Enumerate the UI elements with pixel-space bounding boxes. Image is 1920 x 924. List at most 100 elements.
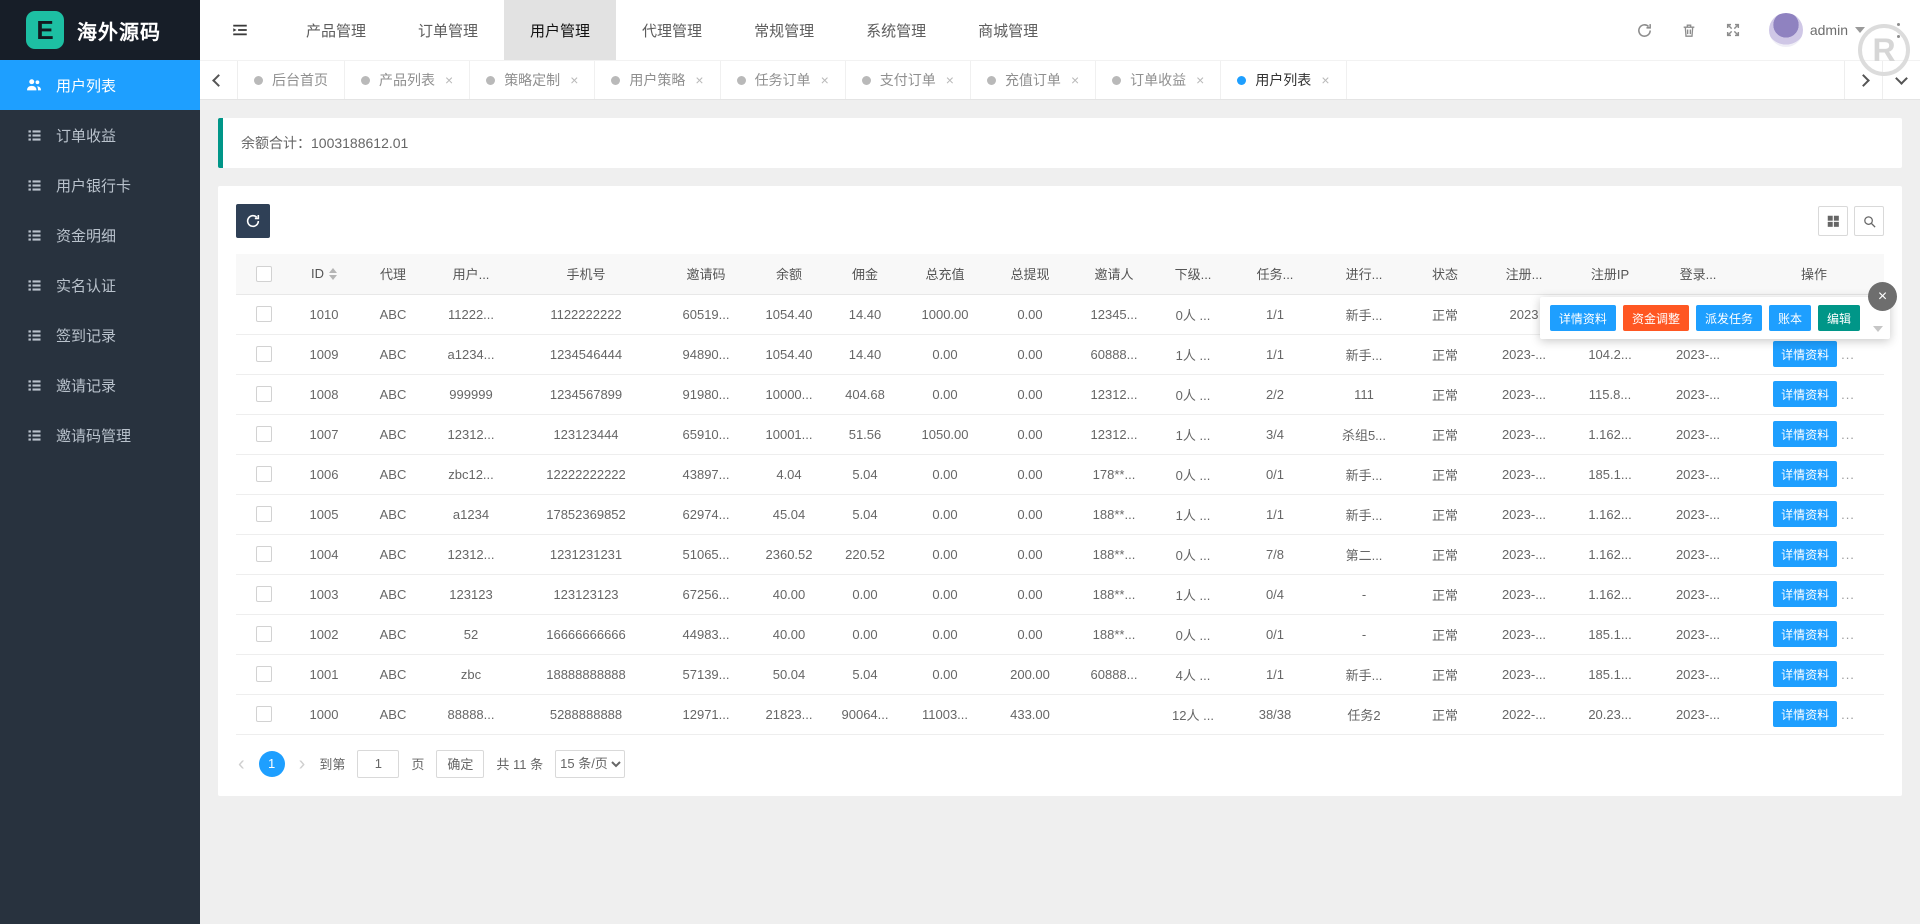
detail-button[interactable]: 详情资料 [1773,581,1837,607]
table-cell: 433.00 [986,694,1074,734]
top-nav-item[interactable]: 用户管理 [504,0,616,60]
row-checkbox[interactable] [256,626,272,642]
row-checkbox[interactable] [256,306,272,322]
row-checkbox[interactable] [256,466,272,482]
sidebar-item[interactable]: 用户银行卡 [0,160,200,210]
tab-close-icon[interactable]: × [1196,72,1204,88]
tab-item[interactable]: 用户策略× [595,61,720,99]
detail-button[interactable]: 详情资料 [1773,381,1837,407]
more-actions-icon[interactable]: ... [1841,667,1855,682]
tab-item[interactable]: 用户列表× [1221,61,1346,99]
detail-button[interactable]: 详情资料 [1773,341,1837,367]
sidebar-item[interactable]: 用户列表 [0,60,200,110]
more-actions-icon[interactable]: ... [1841,387,1855,402]
detail-button[interactable]: 详情资料 [1773,501,1837,527]
row-checkbox[interactable] [256,546,272,562]
popup-action-button[interactable]: 资金调整 [1623,305,1689,331]
more-actions-icon[interactable]: ... [1841,587,1855,602]
current-page[interactable]: 1 [259,751,285,777]
more-menu-icon[interactable] [1893,19,1904,42]
column-header-label: 登录... [1680,264,1717,283]
more-actions-icon[interactable]: ... [1841,467,1855,482]
detail-button[interactable]: 详情资料 [1773,661,1837,687]
collapse-menu-icon[interactable] [200,0,280,60]
popup-close-button[interactable]: × [1868,282,1897,311]
tab-item[interactable]: 后台首页 [238,61,345,99]
more-actions-icon[interactable]: ... [1841,347,1855,362]
tab-item[interactable]: 产品列表× [345,61,470,99]
sidebar-item[interactable]: 邀请码管理 [0,410,200,460]
top-nav-item[interactable]: 系统管理 [840,0,952,60]
next-page-button[interactable]: › [297,754,308,774]
top-nav-item[interactable]: 商城管理 [952,0,1064,60]
table-cell: 12345... [1074,294,1154,334]
more-actions-icon[interactable]: ... [1841,627,1855,642]
avatar[interactable] [1769,13,1803,47]
tab-close-icon[interactable]: × [946,72,954,88]
detail-button[interactable]: 详情资料 [1773,621,1837,647]
refresh-icon[interactable] [1636,22,1653,39]
sidebar-item[interactable]: 邀请记录 [0,360,200,410]
row-checkbox[interactable] [256,346,272,362]
tab-close-icon[interactable]: × [695,72,703,88]
popup-action-button[interactable]: 编辑 [1818,305,1860,331]
detail-button[interactable]: 详情资料 [1773,701,1837,727]
table-refresh-button[interactable] [236,204,270,238]
fullscreen-icon[interactable] [1725,22,1741,38]
tab-close-icon[interactable]: × [445,72,453,88]
tab-close-icon[interactable]: × [821,72,829,88]
sidebar-item[interactable]: 订单收益 [0,110,200,160]
table-cell: 0.00 [986,614,1074,654]
top-nav-item[interactable]: 订单管理 [392,0,504,60]
more-actions-icon[interactable]: ... [1841,507,1855,522]
prev-page-button[interactable]: ‹ [236,754,247,774]
sidebar-item[interactable]: 实名认证 [0,260,200,310]
table-cell: 2023-... [1652,374,1744,414]
tab-close-icon[interactable]: × [1071,72,1079,88]
goto-page-input[interactable] [357,750,399,778]
sidebar-item[interactable]: 签到记录 [0,310,200,360]
tabs-dropdown[interactable] [1882,61,1920,99]
tabs-scroll-left[interactable] [200,61,238,99]
more-actions-icon[interactable]: ... [1841,707,1855,722]
page-size-select[interactable]: 15 条/页 [555,750,625,778]
table-cell: ABC [356,374,430,414]
row-checkbox[interactable] [256,386,272,402]
table-cell: 12人 ... [1154,694,1232,734]
content: 余额合计：1003188612.01 [200,100,1920,924]
select-all-checkbox[interactable] [256,266,272,282]
tab-close-icon[interactable]: × [570,72,578,88]
detail-button[interactable]: 详情资料 [1773,461,1837,487]
top-nav-item[interactable]: 代理管理 [616,0,728,60]
search-button[interactable] [1854,206,1884,236]
tab-item[interactable]: 策略定制× [470,61,595,99]
detail-button[interactable]: 详情资料 [1773,421,1837,447]
column-filter-button[interactable] [1818,206,1848,236]
confirm-button[interactable]: 确定 [436,750,484,778]
popup-action-button[interactable]: 派发任务 [1696,305,1762,331]
popup-action-button[interactable]: 详情资料 [1550,305,1616,331]
detail-button[interactable]: 详情资料 [1773,541,1837,567]
tab-item[interactable]: 订单收益 × [1096,61,1221,99]
more-actions-icon[interactable]: ... [1841,547,1855,562]
row-checkbox[interactable] [256,586,272,602]
tab-item[interactable]: 充值订单× [971,61,1096,99]
row-checkbox[interactable] [256,706,272,722]
sidebar-item[interactable]: 资金明细 [0,210,200,260]
tab-item[interactable]: 支付订单× [846,61,971,99]
tabs-scroll-right[interactable] [1844,61,1882,99]
user-menu[interactable]: admin [1769,13,1865,47]
row-checkbox[interactable] [256,506,272,522]
sort-icon[interactable] [329,268,337,280]
tab-close-icon[interactable]: × [1321,72,1329,88]
trash-icon[interactable] [1681,22,1697,39]
top-nav-item[interactable]: 产品管理 [280,0,392,60]
row-checkbox[interactable] [256,426,272,442]
tab-label: 订单收益 [1130,70,1186,90]
row-checkbox[interactable] [256,666,272,682]
top-nav-item[interactable]: 常规管理 [728,0,840,60]
tab-item[interactable]: 任务订单× [721,61,846,99]
more-actions-icon[interactable]: ... [1841,427,1855,442]
popup-action-button[interactable]: 账本 [1769,305,1811,331]
brand-logo: E 海外源码 [0,0,200,60]
